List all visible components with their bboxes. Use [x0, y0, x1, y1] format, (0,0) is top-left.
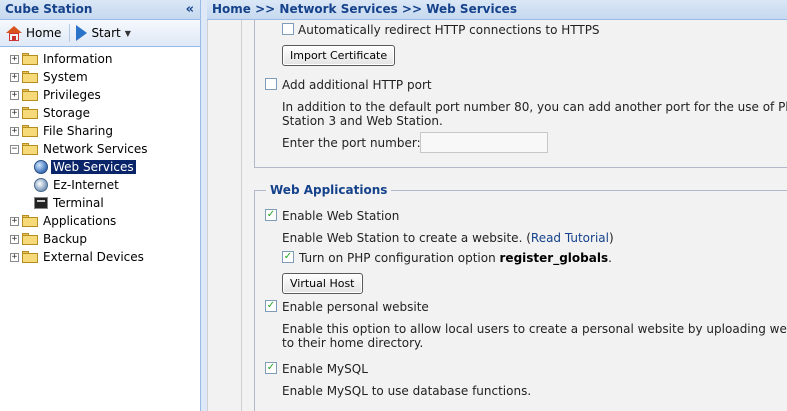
folder-open-icon	[22, 143, 38, 155]
port-number-input[interactable]	[420, 132, 548, 153]
expand-icon[interactable]: +	[10, 90, 19, 100]
folder-icon	[22, 215, 38, 227]
content-gutter	[208, 20, 242, 411]
collapse-icon[interactable]: «	[186, 0, 194, 19]
tree-item-privileges[interactable]: + Privileges	[0, 86, 200, 104]
tree-item-storage[interactable]: + Storage	[0, 104, 200, 122]
web-station-desc: Enable Web Station to create a website. …	[282, 231, 614, 245]
sidebar-header: Cube Station «	[0, 0, 200, 20]
tree-item-terminal[interactable]: Terminal	[0, 194, 200, 212]
tree-item-network-services[interactable]: − Network Services	[0, 140, 200, 158]
expand-icon[interactable]: +	[10, 234, 19, 244]
home-button-label: Home	[26, 26, 62, 40]
tree-item-system[interactable]: + System	[0, 68, 200, 86]
folder-icon	[22, 89, 38, 101]
enable-personal-website-checkbox[interactable]: ✓	[265, 300, 277, 312]
tree-item-ez-internet[interactable]: Ez-Internet	[0, 176, 200, 194]
https-redirect-label: Automatically redirect HTTP connections …	[298, 23, 600, 37]
expand-icon[interactable]: +	[10, 126, 19, 136]
enable-mysql-checkbox[interactable]: ✓	[265, 362, 277, 374]
tree-item-label: Information	[43, 52, 113, 66]
folder-icon	[22, 125, 38, 137]
personal-website-desc-1: Enable this option to allow local users …	[282, 322, 787, 336]
tree-item-label: Web Services	[51, 160, 136, 174]
additional-port-label: Add additional HTTP port	[282, 78, 432, 92]
tree-item-label: Storage	[43, 106, 90, 120]
ez-internet-icon	[34, 178, 48, 192]
start-icon	[76, 25, 88, 41]
additional-port-desc-2: Station 3 and Web Station.	[282, 114, 443, 128]
expand-icon[interactable]: +	[10, 72, 19, 82]
register-globals-checkbox[interactable]: ✓	[282, 251, 294, 263]
folder-icon	[22, 107, 38, 119]
read-tutorial-link[interactable]: Read Tutorial	[531, 231, 609, 245]
home-button[interactable]: Home	[6, 25, 62, 41]
tree-item-label: Network Services	[43, 142, 148, 156]
web-station-desc-text: Enable Web Station to create a website. …	[282, 231, 531, 245]
sidebar: Cube Station « Home Start ▼ + Informatio…	[0, 0, 201, 411]
check-icon: ✓	[266, 362, 276, 373]
collapse-tree-icon[interactable]: −	[10, 144, 19, 154]
additional-port-desc-1: In addition to the default port number 8…	[282, 100, 787, 114]
personal-website-desc-2: to their home directory.	[282, 336, 424, 350]
expand-icon[interactable]: +	[10, 216, 19, 226]
folder-icon	[22, 71, 38, 83]
register-globals-label-suffix: .	[608, 251, 612, 265]
tree-item-label: Privileges	[43, 88, 101, 102]
toolbar-separator	[69, 24, 71, 42]
globe-icon	[34, 160, 48, 174]
enable-web-station-label: Enable Web Station	[282, 209, 400, 223]
port-number-label: Enter the port number:	[282, 136, 421, 150]
additional-port-checkbox[interactable]	[265, 78, 277, 90]
virtual-host-button[interactable]: Virtual Host	[282, 273, 363, 294]
check-icon: ✓	[283, 251, 293, 262]
tree-item-label: Backup	[43, 232, 87, 246]
chevron-down-icon: ▼	[124, 28, 131, 38]
sidebar-title: Cube Station	[5, 2, 93, 16]
enable-personal-website-label: Enable personal website	[282, 300, 429, 314]
tree-item-backup[interactable]: + Backup	[0, 230, 200, 248]
enable-mysql-label: Enable MySQL	[282, 362, 368, 376]
tree-item-applications[interactable]: + Applications	[0, 212, 200, 230]
tree-item-web-services[interactable]: Web Services	[0, 158, 200, 176]
register-globals-keyword: register_globals	[499, 251, 609, 265]
mysql-desc: Enable MySQL to use database functions.	[282, 384, 532, 398]
check-icon: ✓	[266, 209, 276, 220]
tree-item-label: Ez-Internet	[53, 178, 119, 192]
web-applications-legend: Web Applications	[266, 183, 392, 197]
register-globals-label: Turn on PHP configuration option registe…	[299, 251, 612, 265]
folder-icon	[22, 233, 38, 245]
https-redirect-checkbox[interactable]	[282, 23, 294, 35]
tree-item-file-sharing[interactable]: + File Sharing	[0, 122, 200, 140]
tree-item-label: File Sharing	[43, 124, 113, 138]
tree-item-external-devices[interactable]: + External Devices	[0, 248, 200, 266]
check-icon: ✓	[266, 300, 276, 311]
sidebar-toolbar: Home Start ▼	[0, 20, 200, 47]
enable-web-station-checkbox[interactable]: ✓	[265, 209, 277, 221]
folder-icon	[22, 53, 38, 65]
start-button-label: Start	[91, 26, 121, 40]
tree-item-label: Terminal	[53, 196, 104, 210]
start-button[interactable]: Start ▼	[76, 25, 131, 41]
import-certificate-button[interactable]: Import Certificate	[282, 45, 396, 66]
expand-icon[interactable]: +	[10, 108, 19, 118]
web-station-desc-suffix: )	[608, 231, 614, 245]
breadcrumb-text: Home >> Network Services >> Web Services	[212, 2, 517, 16]
folder-icon	[22, 251, 38, 263]
nav-tree: + Information + System + Privileges + St…	[0, 47, 200, 266]
register-globals-label-text: Turn on PHP configuration option	[299, 251, 500, 265]
expand-icon[interactable]: +	[10, 54, 19, 64]
expand-icon[interactable]: +	[10, 252, 19, 262]
home-icon	[6, 25, 22, 41]
main-content: Automatically redirect HTTP connections …	[207, 20, 787, 411]
breadcrumb: Home >> Network Services >> Web Services	[207, 0, 787, 20]
tree-item-label: Applications	[43, 214, 117, 228]
tree-item-label: External Devices	[43, 250, 144, 264]
terminal-icon	[34, 197, 48, 209]
tree-item-label: System	[43, 70, 88, 84]
tree-item-information[interactable]: + Information	[0, 50, 200, 68]
